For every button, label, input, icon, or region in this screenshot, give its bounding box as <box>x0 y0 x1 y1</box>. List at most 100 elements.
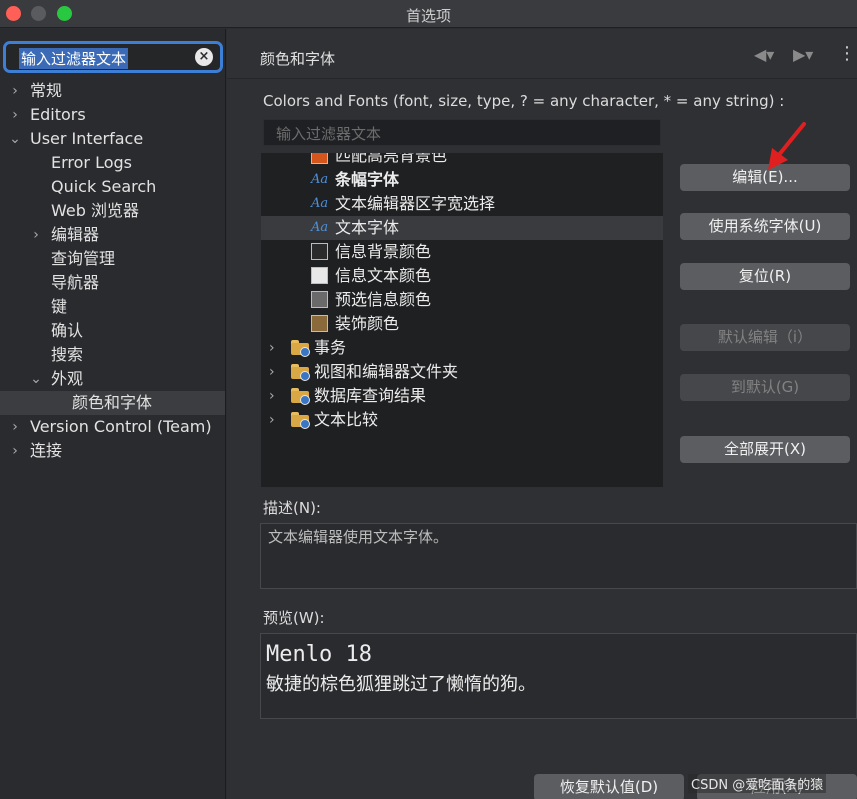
folder-icon <box>291 364 310 381</box>
color-font-item[interactable]: Aa 文本编辑器区字宽选择 <box>261 192 663 216</box>
folder-icon <box>291 412 310 429</box>
color-font-item-label: 装饰颜色 <box>335 314 400 333</box>
back-arrow-icon[interactable]: ◀︎▾ <box>754 45 774 64</box>
more-menu-icon[interactable]: ⋮ <box>838 43 856 64</box>
clear-filter-icon[interactable]: × <box>195 48 213 66</box>
page-header: 颜色和字体 ◀︎▾ ▶︎▾ ⋮ <box>227 29 857 79</box>
color-font-item[interactable]: Aa 条幅字体 <box>261 168 663 192</box>
sidebar-item-label: 搜索 <box>51 345 84 364</box>
reset-button[interactable]: 复位(R) <box>680 263 850 290</box>
chevron-right-icon[interactable]: › <box>8 79 22 103</box>
color-font-item-label: 信息文本颜色 <box>335 266 432 285</box>
chevron-right-icon[interactable]: › <box>269 384 275 408</box>
chevron-right-icon[interactable]: › <box>269 408 275 432</box>
category-label: 视图和编辑器文件夹 <box>314 362 459 381</box>
sidebar-item-label: 导航器 <box>51 273 100 292</box>
color-font-item-label: 条幅字体 <box>335 170 400 189</box>
sidebar-item[interactable]: Quick Search <box>0 175 225 199</box>
sidebar-item[interactable]: 键 <box>0 295 225 319</box>
category-label: 数据库查询结果 <box>314 386 427 405</box>
color-font-item[interactable]: Aa 文本字体 <box>261 216 663 240</box>
sidebar-item[interactable]: › 连接 <box>0 439 225 463</box>
sidebar-item-label: Web 浏览器 <box>51 201 139 220</box>
sidebar-item[interactable]: 搜索 <box>0 343 225 367</box>
sidebar-item[interactable]: › Version Control (Team) <box>0 415 225 439</box>
colors-fonts-filter-input[interactable]: 输入过滤器文本 <box>263 119 661 146</box>
chevron-right-icon[interactable]: › <box>8 439 22 463</box>
forward-arrow-icon[interactable]: ▶︎▾ <box>793 45 813 64</box>
color-font-item[interactable]: 信息文本颜色 <box>261 264 663 288</box>
color-font-item[interactable]: › 文本比较 <box>261 408 663 432</box>
chevron-right-icon[interactable]: › <box>269 336 275 360</box>
sidebar-item-label: Editors <box>30 105 86 124</box>
chevron-down-icon[interactable]: ⌄ <box>8 127 22 151</box>
sidebar-item[interactable]: Error Logs <box>0 151 225 175</box>
window-title: 首选项 <box>405 7 451 25</box>
folder-icon <box>291 388 310 405</box>
color-font-item[interactable]: 匹配高亮背景色 <box>261 153 663 168</box>
sidebar-item-label: Quick Search <box>51 177 157 196</box>
sidebar-item-label: 常规 <box>30 81 63 100</box>
use-system-font-button[interactable]: 使用系统字体(U) <box>680 213 850 240</box>
color-font-item[interactable]: 预选信息颜色 <box>261 288 663 312</box>
color-font-item[interactable]: 装饰颜色 <box>261 312 663 336</box>
color-font-item-label: 文本字体 <box>335 218 400 237</box>
color-swatch-icon <box>311 243 328 260</box>
color-font-item[interactable]: › 事务 <box>261 336 663 360</box>
color-font-item-label: 信息背景颜色 <box>335 242 432 261</box>
color-font-item-label: 匹配高亮背景色 <box>335 153 448 165</box>
font-icon: Aa <box>311 196 329 211</box>
expand-all-button[interactable]: 全部展开(X) <box>680 436 850 463</box>
category-label: 文本比较 <box>314 410 379 429</box>
description-text: 文本编辑器使用文本字体。 <box>268 528 449 546</box>
chevron-right-icon[interactable]: › <box>29 223 43 247</box>
sidebar-item[interactable]: › 常规 <box>0 79 225 103</box>
sidebar-item-label: 外观 <box>51 369 84 388</box>
sidebar-item-label: 确认 <box>51 321 84 340</box>
color-font-item[interactable]: › 视图和编辑器文件夹 <box>261 360 663 384</box>
preview-font-name: Menlo 18 <box>266 642 372 667</box>
preferences-filter-input[interactable]: 输入过滤器文本 × <box>3 41 223 73</box>
sidebar-item[interactable]: ⌄ 外观 <box>0 367 225 391</box>
category-label: 事务 <box>314 338 347 357</box>
chevron-down-icon[interactable]: ⌄ <box>29 367 43 391</box>
csdn-watermark: CSDN @爱吃面条的猿 <box>688 774 827 793</box>
sidebar-item[interactable]: 颜色和字体 <box>0 391 225 415</box>
sidebar-item-label: Version Control (Team) <box>30 417 212 436</box>
restore-defaults-button[interactable]: 恢复默认值(D) <box>534 774 684 799</box>
sidebar-item[interactable]: › Editors <box>0 103 225 127</box>
colors-fonts-label: Colors and Fonts (font, size, type, ? = … <box>263 92 785 110</box>
sidebar-item[interactable]: Web 浏览器 <box>0 199 225 223</box>
sidebar-item-label: 连接 <box>30 441 63 460</box>
color-swatch-icon <box>311 267 328 284</box>
page-title: 颜色和字体 <box>260 50 336 68</box>
go-to-default-button[interactable]: 到默认(G) <box>680 374 850 401</box>
sidebar-item[interactable]: › 编辑器 <box>0 223 225 247</box>
colors-fonts-page: 颜色和字体 ◀︎▾ ▶︎▾ ⋮ Colors and Fonts (font, … <box>227 29 857 799</box>
chevron-right-icon[interactable]: › <box>269 360 275 384</box>
font-icon: Aa <box>311 172 329 187</box>
color-font-item[interactable]: 信息背景颜色 <box>261 240 663 264</box>
preferences-sidebar: 输入过滤器文本 × › 常规 › Editors ⌄ User Interface Erro… <box>0 29 226 799</box>
sidebar-item[interactable]: ⌄ User Interface <box>0 127 225 151</box>
chevron-right-icon[interactable]: › <box>8 415 22 439</box>
chevron-right-icon[interactable]: › <box>8 103 22 127</box>
title-bar: 首选项 <box>0 0 857 28</box>
color-font-item[interactable]: › 数据库查询结果 <box>261 384 663 408</box>
sidebar-item[interactable]: 确认 <box>0 319 225 343</box>
preview-label: 预览(W): <box>263 609 325 627</box>
sidebar-item-label: User Interface <box>30 129 144 148</box>
preview-sample-text: 敏捷的棕色狐狸跳过了懒惰的狗。 <box>266 674 536 695</box>
sidebar-item[interactable]: 查询管理 <box>0 247 225 271</box>
edit-button[interactable]: 编辑(E)... <box>680 164 850 191</box>
sidebar-item-label: 颜色和字体 <box>72 393 153 412</box>
sidebar-item[interactable]: 导航器 <box>0 271 225 295</box>
preferences-tree: › 常规 › Editors ⌄ User Interface Error Logs Quic… <box>0 79 225 463</box>
preview-box: Menlo 18 敏捷的棕色狐狸跳过了懒惰的狗。 <box>260 633 857 719</box>
edit-default-button[interactable]: 默认编辑（i） <box>680 324 850 351</box>
folder-icon <box>291 340 310 357</box>
color-font-item-label: 文本编辑器区字宽选择 <box>335 194 496 213</box>
color-swatch-icon <box>311 153 328 164</box>
color-swatch-icon <box>311 291 328 308</box>
color-swatch-icon <box>311 315 328 332</box>
